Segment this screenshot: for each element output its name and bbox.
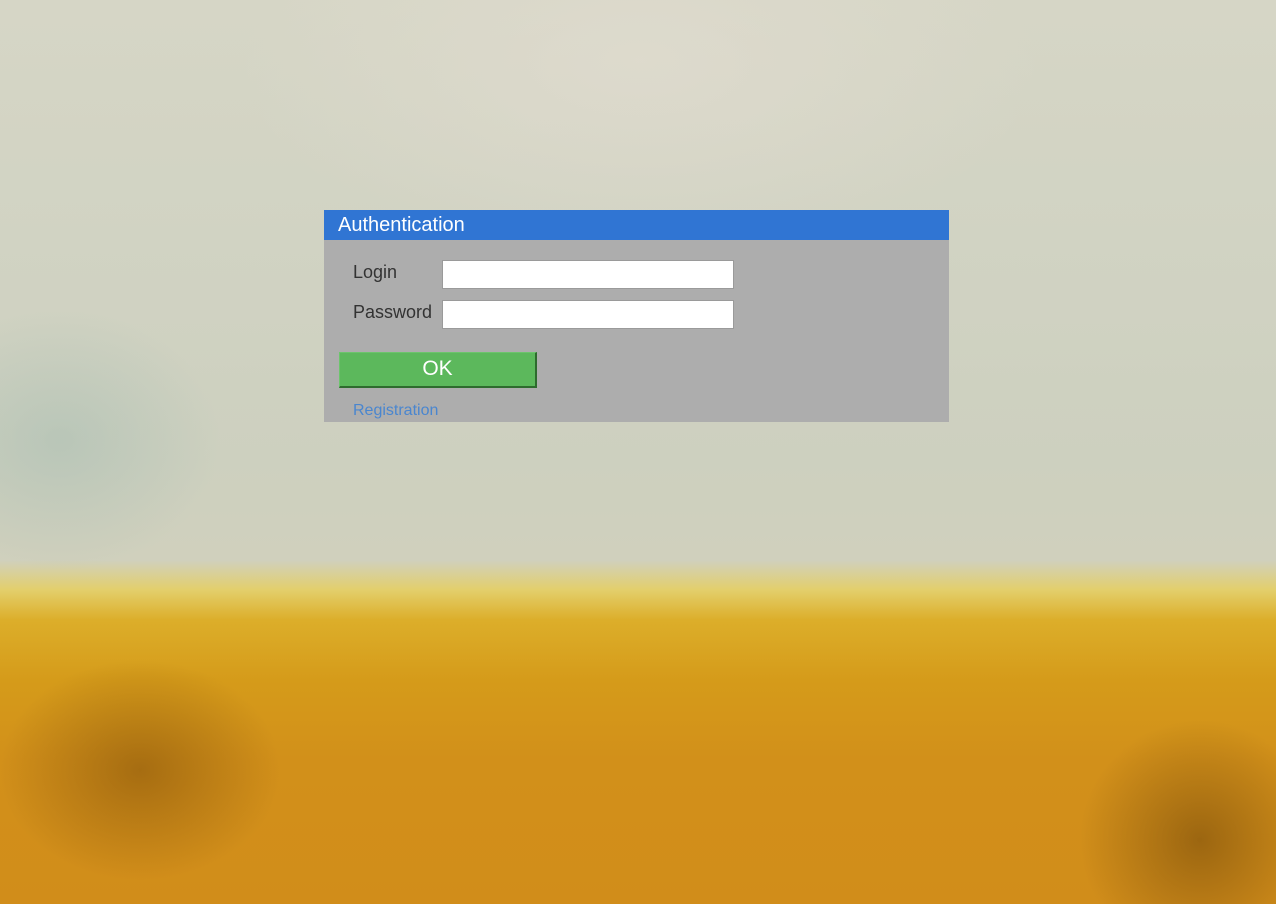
- ok-button[interactable]: OK: [339, 352, 537, 388]
- login-input[interactable]: [442, 260, 734, 289]
- background-image: [0, 0, 1276, 904]
- dialog-header: Authentication: [324, 210, 949, 240]
- authentication-dialog: Authentication Login Password OK Registr…: [324, 210, 949, 422]
- dialog-title: Authentication: [338, 214, 465, 236]
- registration-link[interactable]: Registration: [353, 402, 438, 420]
- password-input[interactable]: [442, 300, 734, 329]
- login-label: Login: [353, 262, 398, 282]
- password-label: Password: [353, 302, 433, 322]
